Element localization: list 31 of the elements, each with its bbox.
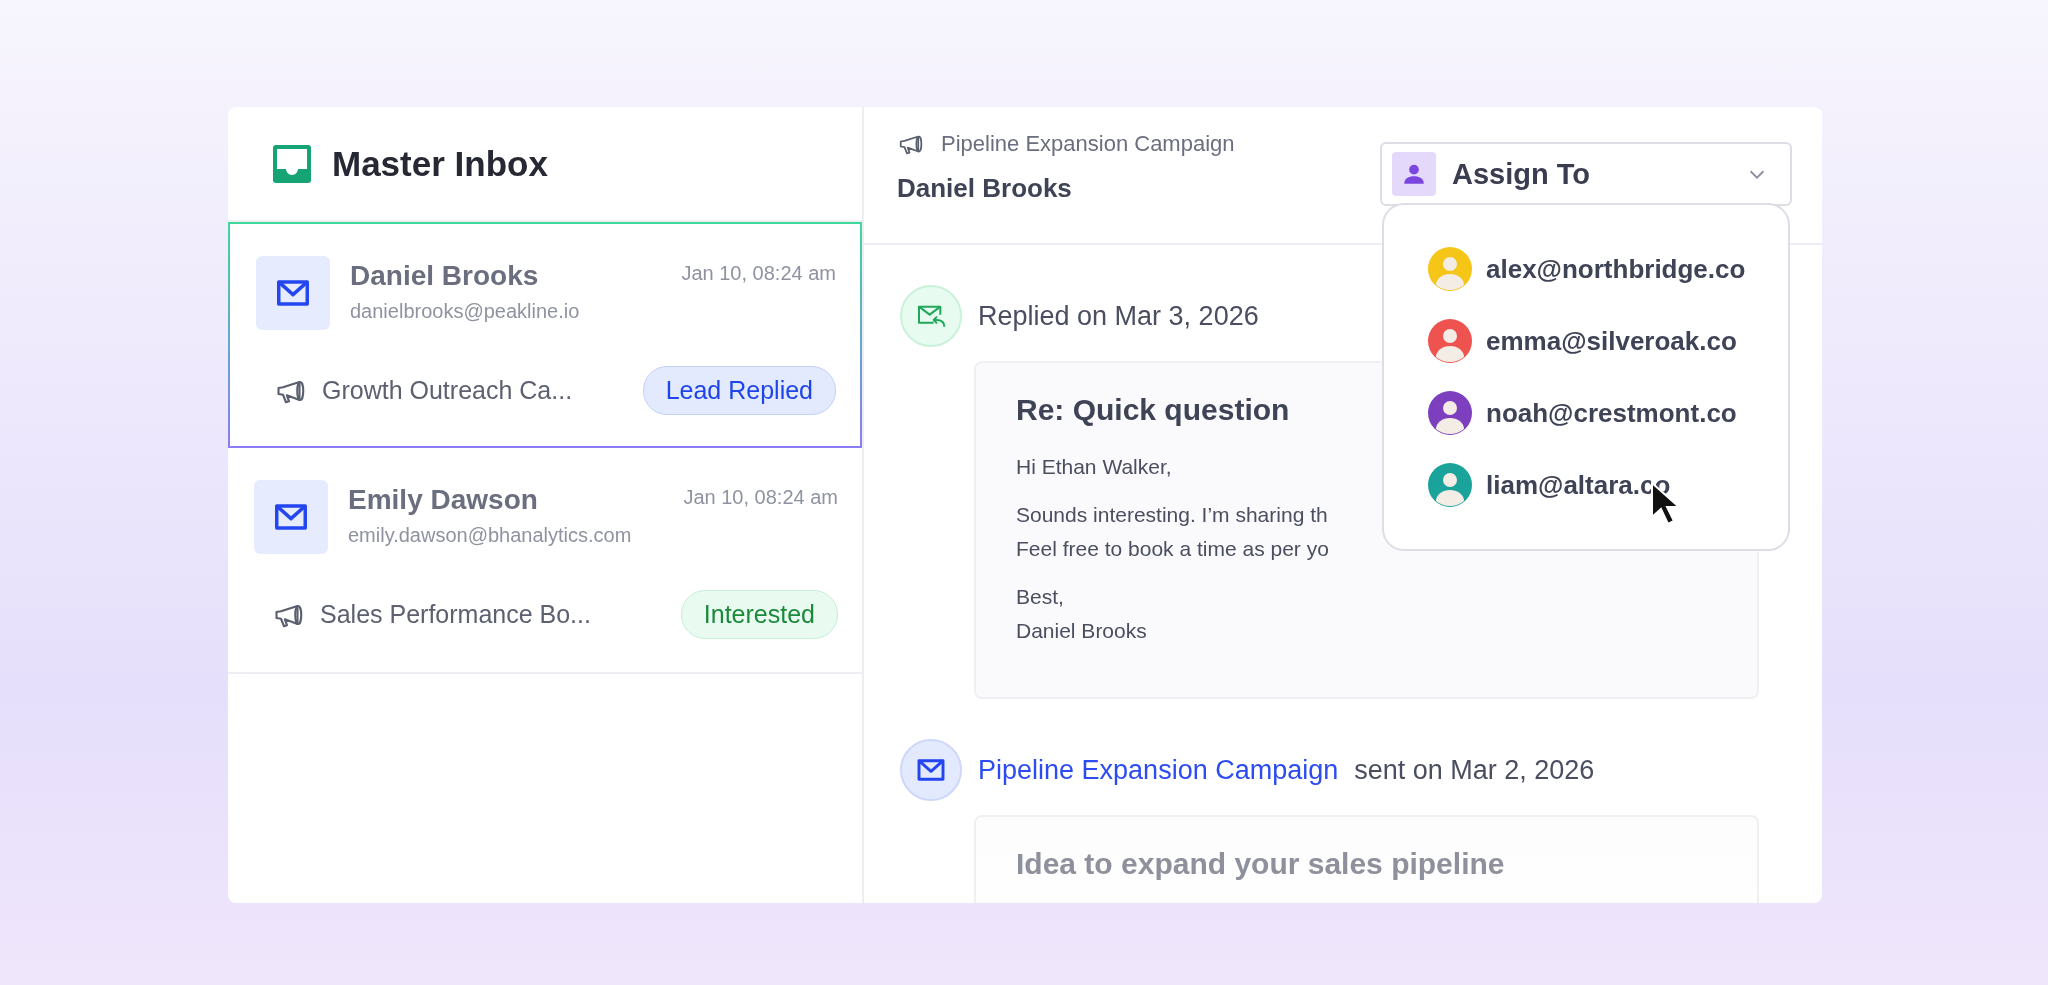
conversation-item[interactable]: Daniel Brooks danielbrooks@peakline.io Jan 10, 08:24 am Growth Outreach Ca... Lead Replied (228, 222, 862, 448)
event-text: sent on Mar 2, 2026 (1354, 754, 1595, 786)
inbox-icon (272, 143, 312, 184)
campaign-name: Sales Performance Bo... (320, 600, 592, 629)
contact-name: Daniel Brooks (350, 260, 540, 292)
contact-name: Emily Dawson (348, 484, 539, 516)
email-subject: Re: Quick question (1016, 393, 1290, 427)
email-line: Daniel Brooks (1016, 619, 1147, 643)
assignee-option[interactable]: noah@crestmont.co (1428, 391, 1737, 435)
campaign-link[interactable]: Pipeline Expansion Campaign (978, 754, 1339, 786)
status-badge: Lead Replied (642, 366, 836, 415)
inbox-title: Master Inbox (332, 143, 548, 184)
contact-email: danielbrooks@peakline.io (350, 300, 581, 323)
status-badge: Interested (680, 590, 838, 639)
assignee-option[interactable]: emma@silveroak.co (1428, 319, 1737, 363)
person-icon (1392, 152, 1436, 196)
email-line: Best, (1016, 585, 1064, 609)
assignee-option[interactable]: alex@northbridge.co (1428, 247, 1746, 291)
conversation-item[interactable]: Emily Dawson emily.dawson@bhanalytics.com Jan 10, 08:24 am Sales Performance Bo... Interested (228, 448, 862, 674)
campaign-name: Pipeline Expansion Campaign (941, 131, 1235, 157)
contact-email: emily.dawson@bhanalytics.com (348, 524, 633, 547)
email-subject: Idea to expand your sales pipeline (1016, 847, 1505, 881)
message-time: Jan 10, 08:24 am (681, 261, 836, 285)
contact-name: Daniel Brooks (897, 173, 1072, 204)
message-time: Jan 10, 08:24 am (683, 485, 838, 509)
event-text: Replied on Mar 3, 2026 (978, 300, 1259, 332)
assign-dropdown[interactable]: Assign To (1380, 142, 1792, 206)
campaign-name: Growth Outreach Ca... (322, 376, 574, 405)
email-line: Sounds interesting. I’m sharing th (1016, 503, 1328, 527)
email-line: Feel free to book a time as per yo (1016, 537, 1329, 561)
email-line: Hi Ethan Walker, (1016, 455, 1172, 479)
